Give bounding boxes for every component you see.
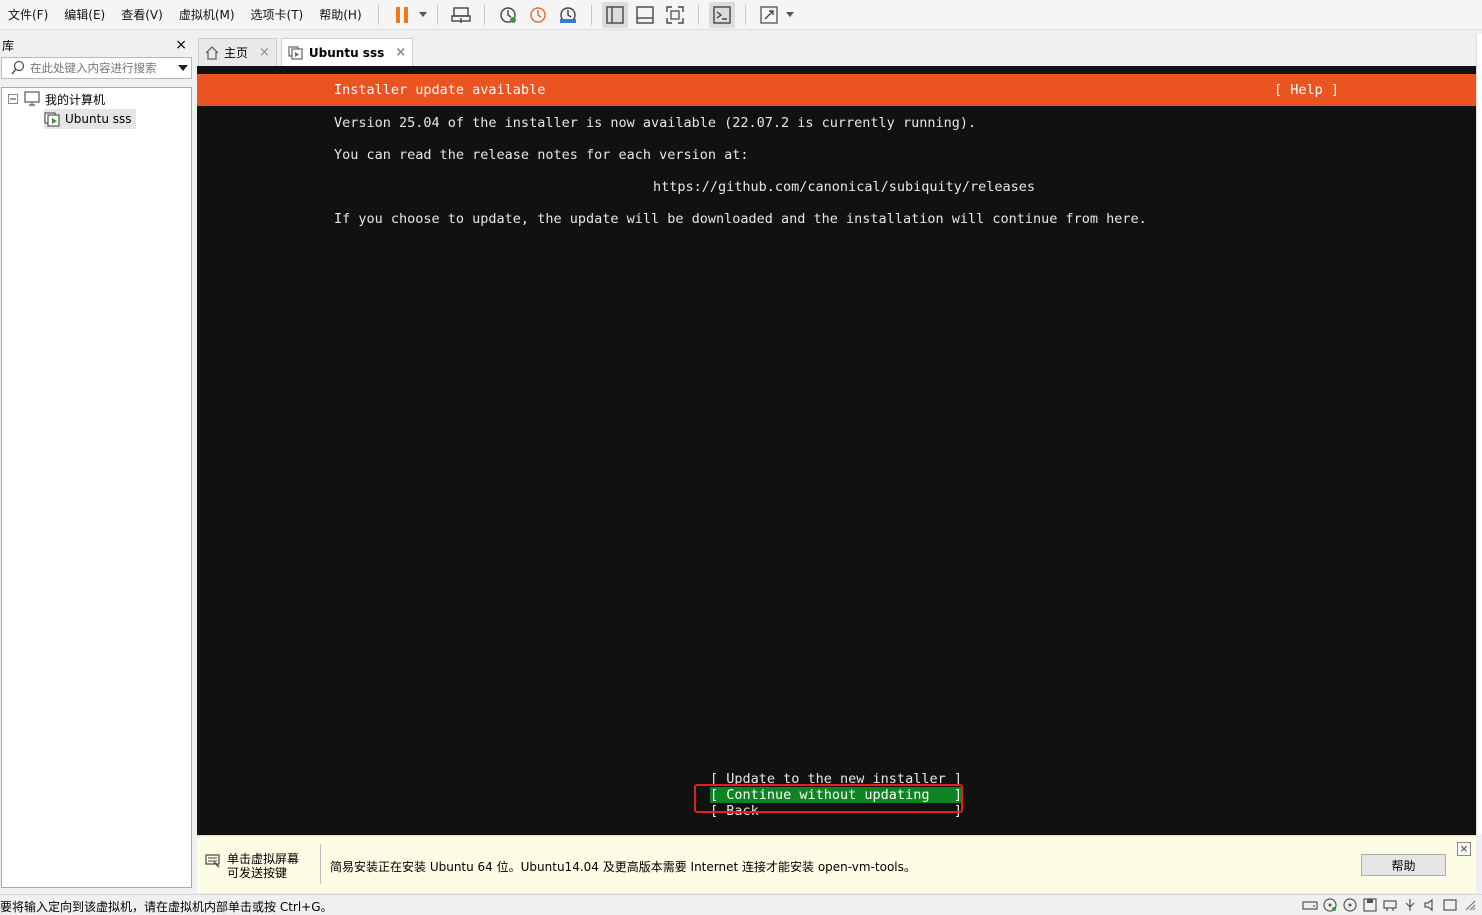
toolbar-separator bbox=[590, 4, 592, 25]
resize-grip-icon[interactable] bbox=[1462, 897, 1476, 911]
status-bar: 要将输入定向到该虚拟机，请在虚拟机内部单击或按 Ctrl+G。 bbox=[0, 894, 1482, 915]
library-title: 库 bbox=[2, 38, 15, 53]
expand-icon bbox=[760, 5, 778, 24]
installer-title: Installer update available bbox=[334, 82, 546, 98]
library-search-input[interactable] bbox=[30, 61, 170, 75]
menu-view[interactable]: 查看(V) bbox=[113, 0, 171, 30]
help-button[interactable]: 帮助 bbox=[1361, 854, 1446, 876]
tab-label: Ubuntu sss bbox=[308, 45, 385, 60]
hint-line1: 单击虚拟屏幕 bbox=[227, 852, 300, 866]
show-thumbnail-bar-button[interactable] bbox=[632, 2, 658, 28]
chevron-down-icon bbox=[418, 11, 427, 17]
tree-item-ubuntu-sss[interactable]: Ubuntu sss bbox=[44, 109, 136, 129]
tab-strip: 主页 × Ubuntu sss × bbox=[198, 38, 417, 66]
pause-icon bbox=[395, 6, 408, 23]
network-icon[interactable] bbox=[1382, 897, 1398, 913]
toolbar-separator bbox=[377, 4, 379, 25]
hint-click-screen: 单击虚拟屏幕 可发送按键 bbox=[205, 852, 299, 880]
vm-running-icon bbox=[288, 45, 303, 60]
library-tree: 我的计算机 Ubuntu sss bbox=[1, 87, 192, 888]
hint-line2: 可发送按键 bbox=[227, 866, 288, 880]
floppy-cd-icon[interactable] bbox=[1342, 897, 1358, 913]
installer-header: Installer update available [ Help ] bbox=[197, 74, 1476, 106]
installer-help-button[interactable]: [ Help ] bbox=[1274, 82, 1339, 98]
hint-divider bbox=[320, 844, 321, 884]
library-header: 库 × bbox=[0, 34, 193, 56]
home-icon bbox=[205, 45, 219, 60]
vmware-window: 文件(F) 编辑(E) 查看(V) 虚拟机(M) 选项卡(T) 帮助(H) 库 … bbox=[0, 0, 1482, 915]
revert-snapshot-icon bbox=[529, 6, 546, 23]
tab-close-button[interactable]: × bbox=[259, 45, 270, 60]
stretch-dropdown[interactable] bbox=[784, 2, 796, 28]
sidebar-layout-icon bbox=[605, 5, 624, 24]
bottom-bar-layout-icon bbox=[635, 5, 654, 24]
tab-close-button[interactable]: × bbox=[395, 45, 406, 60]
tab-label: 主页 bbox=[224, 46, 249, 60]
hint-close-button[interactable]: × bbox=[1457, 842, 1471, 856]
message-icon[interactable] bbox=[1442, 897, 1458, 913]
snapshot-manager-button[interactable] bbox=[555, 2, 581, 28]
chevron-down-icon[interactable] bbox=[178, 64, 188, 72]
collapse-icon[interactable] bbox=[8, 94, 18, 104]
vm-console-screen[interactable]: Installer update available [ Help ] Vers… bbox=[197, 66, 1476, 835]
menu-help[interactable]: 帮助(H) bbox=[311, 0, 369, 30]
floppy-icon[interactable] bbox=[1362, 897, 1378, 913]
menu-file[interactable]: 文件(F) bbox=[0, 0, 56, 30]
highlight-annotation bbox=[694, 784, 963, 813]
tree-item-my-computer[interactable]: 我的计算机 bbox=[8, 89, 105, 109]
revert-snapshot-button[interactable] bbox=[525, 2, 551, 28]
easy-install-message: 简易安装正在安装 Ubuntu 64 位。Ubuntu14.04 及更高版本需要… bbox=[330, 860, 916, 874]
send-keys-icon bbox=[450, 6, 471, 23]
menu-toolbar: 文件(F) 编辑(E) 查看(V) 虚拟机(M) 选项卡(T) 帮助(H) bbox=[0, 0, 1482, 30]
update-info-text: If you choose to update, the update will… bbox=[334, 211, 1147, 227]
device-icons bbox=[1302, 897, 1476, 913]
snapshot-button[interactable] bbox=[495, 2, 521, 28]
cd-dvd-icon[interactable] bbox=[1322, 897, 1338, 913]
vm-running-icon bbox=[44, 112, 60, 127]
snapshot-manager-icon bbox=[559, 6, 576, 23]
toolbar-separator bbox=[436, 4, 438, 25]
library-close-button[interactable]: × bbox=[175, 37, 187, 53]
pause-dropdown[interactable] bbox=[417, 2, 429, 28]
status-text: 要将输入定向到该虚拟机，请在虚拟机内部单击或按 Ctrl+G。 bbox=[0, 900, 333, 914]
menu-tabs[interactable]: 选项卡(T) bbox=[243, 0, 312, 30]
tab-home[interactable]: 主页 × bbox=[198, 38, 277, 66]
version-text: Version 25.04 of the installer is now av… bbox=[334, 115, 977, 131]
show-library-button[interactable] bbox=[601, 1, 628, 28]
chevron-down-icon bbox=[785, 11, 794, 17]
tree-item-label: 我的计算机 bbox=[45, 92, 106, 107]
toolbar-separator bbox=[744, 4, 746, 25]
tab-ubuntu-sss[interactable]: Ubuntu sss × bbox=[280, 38, 414, 66]
hint-bar: 单击虚拟屏幕 可发送按键 简易安装正在安装 Ubuntu 64 位。Ubuntu… bbox=[197, 835, 1476, 893]
snapshot-clock-icon bbox=[499, 6, 516, 23]
toolbar-separator bbox=[483, 4, 485, 25]
hard-disk-icon[interactable] bbox=[1302, 897, 1318, 913]
fullscreen-button[interactable] bbox=[662, 2, 688, 28]
pause-button[interactable] bbox=[389, 2, 415, 28]
keyboard-icon bbox=[205, 854, 220, 868]
terminal-icon bbox=[712, 5, 731, 24]
stretch-button[interactable] bbox=[756, 2, 782, 28]
release-url: https://github.com/canonical/subiquity/r… bbox=[653, 179, 1036, 195]
tree-item-label: Ubuntu sss bbox=[65, 112, 132, 126]
menu-vm[interactable]: 虚拟机(M) bbox=[171, 0, 243, 30]
search-icon bbox=[11, 60, 25, 75]
menu-edit[interactable]: 编辑(E) bbox=[56, 0, 113, 30]
console-view-button[interactable] bbox=[708, 1, 735, 28]
toolbar-separator bbox=[697, 4, 699, 25]
fullscreen-icon bbox=[665, 5, 684, 24]
vertical-scrollbar[interactable] bbox=[1476, 34, 1482, 834]
usb-icon[interactable] bbox=[1402, 897, 1418, 913]
computer-icon bbox=[24, 91, 40, 106]
library-search bbox=[1, 57, 192, 79]
sound-icon[interactable] bbox=[1422, 897, 1438, 913]
send-ctrl-alt-del-button[interactable] bbox=[448, 2, 474, 28]
release-notes-text: You can read the release notes for each … bbox=[334, 147, 749, 163]
